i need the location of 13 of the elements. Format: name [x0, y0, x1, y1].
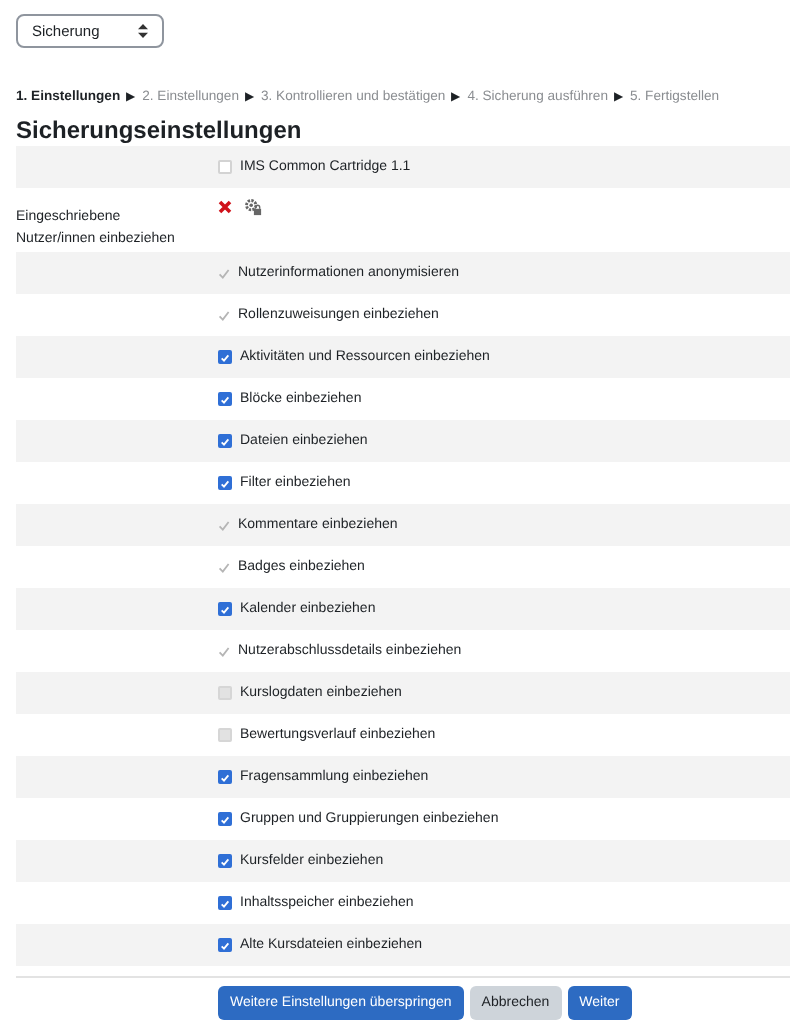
checkbox[interactable]	[218, 392, 232, 406]
checkbox[interactable]	[218, 434, 232, 448]
checkbox[interactable]	[218, 896, 232, 910]
checkbox[interactable]	[218, 476, 232, 490]
checkbox[interactable]	[218, 938, 232, 952]
checkbox[interactable]	[218, 854, 232, 868]
checkbox[interactable]	[218, 812, 232, 826]
checkbox[interactable]	[218, 770, 232, 784]
section-heading: Sicherungseinstellungen	[16, 116, 304, 144]
updown-caret-icon	[138, 24, 148, 38]
gear-lock-icon[interactable]	[244, 198, 262, 216]
checkbox[interactable]	[218, 602, 232, 616]
checkbox[interactable]	[218, 350, 232, 364]
